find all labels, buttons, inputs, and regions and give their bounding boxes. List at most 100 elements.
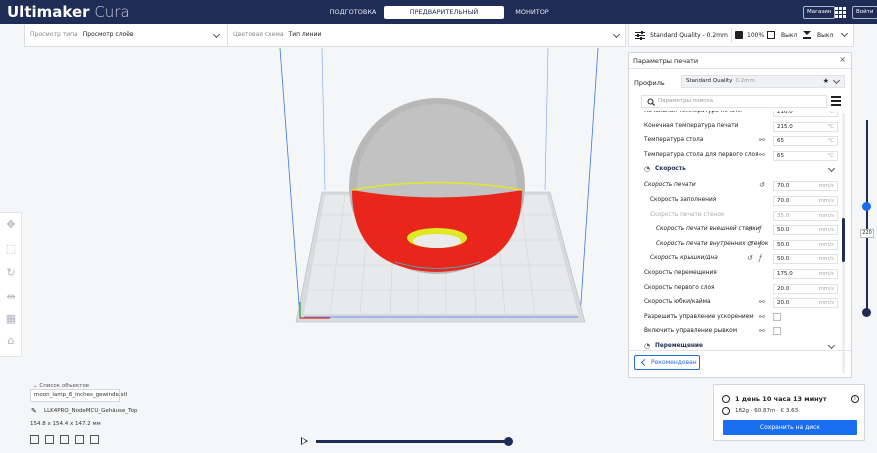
setting-checkbox[interactable]: [773, 327, 781, 336]
setting-label: Скорость перемещения: [644, 270, 717, 276]
menu-icon[interactable]: [831, 96, 841, 106]
close-icon[interactable]: ×: [839, 55, 846, 64]
mirror-tool-icon[interactable]: ⇹: [5, 291, 17, 303]
setting-row: Включить управление рывком ⚯: [629, 325, 843, 337]
app-header: Ultimaker Cura ПОДГОТОВКА ПРЕДВАРИТЕЛЬНЫ…: [0, 0, 877, 29]
rotate-tool-icon[interactable]: ↻: [5, 267, 17, 279]
setting-label: Конечная температура печати: [644, 122, 739, 129]
view-front-icon[interactable]: [45, 435, 54, 444]
setting-unit: mm/s: [818, 271, 834, 277]
tool-sidebar: ✥ ⬚ ↻ ⇹ ▦ ⌂: [0, 212, 22, 357]
info-icon[interactable]: i: [851, 395, 859, 403]
chevron-down-icon[interactable]: [827, 341, 836, 350]
setting-row: Начальная температура печати 210.0 °C: [629, 111, 843, 117]
setting-value-field[interactable]: 70.0 mm/s: [773, 196, 838, 206]
setting-value-field[interactable]: 50.0 mm/s: [773, 239, 838, 250]
object-list-item[interactable]: moon_lamp_6_inches_gewinde.stl: [30, 389, 127, 402]
setting-value-field[interactable]: 20.0 mm/s: [773, 283, 838, 294]
setting-value-field[interactable]: 215.0 °C: [773, 121, 838, 132]
setting-value-field[interactable]: 210.0 °C: [773, 111, 838, 117]
quality-profile-label: Standard Quality - 0.2mm: [650, 32, 728, 39]
color-scheme-select[interactable]: Цветовая схема Тип линии: [233, 24, 321, 46]
setting-label: Разрешить управление ускорением: [644, 313, 754, 320]
reset-icon[interactable]: ↺: [759, 179, 765, 191]
reset-icon[interactable]: ↺: [747, 238, 753, 250]
setting-value: 210.0: [777, 111, 793, 115]
settings-search-input[interactable]: Параметры поиска: [641, 95, 827, 108]
move-tool-icon[interactable]: ✥: [5, 219, 17, 231]
stage-prepare[interactable]: ПОДГОТОВКА: [321, 6, 385, 19]
scale-tool-icon[interactable]: ⬚: [5, 243, 17, 255]
setting-value-field[interactable]: 70.0 mm/s: [773, 181, 838, 192]
support-value: Выкл: [781, 32, 798, 39]
view-right-icon[interactable]: [90, 435, 99, 444]
volume-edge: [544, 48, 549, 191]
setting-checkbox[interactable]: [773, 312, 781, 321]
layer-slider[interactable]: [866, 120, 868, 312]
view-left-icon[interactable]: [75, 435, 84, 444]
search-icon: [647, 98, 655, 106]
marketplace-button[interactable]: Магазин: [803, 6, 836, 19]
login-button[interactable]: Войти: [852, 6, 877, 19]
setting-value-field[interactable]: 35.0 mm/s: [773, 210, 838, 221]
link-icon[interactable]: ⚯: [759, 325, 765, 337]
setting-unit: mm/s: [818, 227, 834, 234]
view-3d-icon[interactable]: [30, 435, 39, 444]
settings-scrollbar-thumb[interactable]: [842, 218, 845, 262]
pencil-icon[interactable]: ✎: [31, 407, 37, 415]
function-icon[interactable]: ƒ: [759, 223, 761, 235]
setting-value-field[interactable]: 65 °C: [773, 136, 838, 147]
setting-value-field[interactable]: 65 °C: [773, 150, 838, 161]
link-icon[interactable]: ⚯: [759, 296, 765, 308]
setting-value: 215.0: [777, 123, 793, 130]
stage-preview[interactable]: ПРЕДВАРИТЕЛЬНЫЙ ПРОСМОТР: [384, 6, 504, 29]
print-setup-selector[interactable]: Standard Quality - 0.2mm 100% Выкл Выкл: [628, 24, 854, 47]
setting-unit: mm/s: [818, 198, 834, 204]
setting-label: Скорость юбки/кайма: [644, 299, 711, 306]
link-icon[interactable]: ⚯: [759, 134, 765, 146]
view-type-select[interactable]: Просмотр типа Просмотр слоёв: [30, 24, 133, 46]
apps-grid-icon[interactable]: [835, 7, 846, 18]
setting-row: Конечная температура печати 215.0 °C: [629, 120, 843, 132]
star-icon[interactable]: ★: [823, 76, 829, 87]
per-model-settings-icon[interactable]: ▦: [5, 313, 17, 325]
link-icon[interactable]: ⚯: [759, 311, 765, 323]
layer-number[interactable]: 220: [860, 229, 874, 238]
infill-icon: [735, 31, 743, 39]
setting-unit: mm/s: [818, 285, 834, 292]
function-icon[interactable]: ƒ: [759, 252, 761, 264]
path-slider[interactable]: [316, 440, 509, 443]
reset-icon[interactable]: ↺: [747, 223, 753, 235]
chevron-down-icon[interactable]: [212, 30, 221, 39]
setting-value: 70.0: [777, 183, 790, 190]
section-icon: ◔: [644, 165, 651, 174]
recommended-button[interactable]: Рекомендован: [634, 355, 700, 370]
setting-value: 20.0: [777, 300, 790, 307]
adhesion-icon: [803, 31, 811, 39]
setting-value-field[interactable]: 50.0 mm/s: [773, 254, 838, 265]
chevron-down-icon[interactable]: [827, 165, 836, 173]
setting-unit: °C: [827, 111, 834, 115]
setting-row: Скорость печати внешней стенки 50.0 mm/s ↺ ƒ: [629, 223, 843, 236]
setting-row: Скорость крышки/дна 50.0 mm/s ↺ ƒ: [629, 252, 843, 265]
link-icon[interactable]: ⚯: [759, 149, 765, 161]
play-icon[interactable]: [301, 437, 308, 445]
layer-slider-bottom-handle[interactable]: [862, 308, 871, 317]
chevron-down-icon[interactable]: [612, 30, 621, 39]
setting-value-field[interactable]: 50.0 mm/s: [773, 225, 838, 236]
profile-select[interactable]: Standard Quality 0.2mm ★: [681, 75, 845, 88]
view-top-icon[interactable]: [60, 435, 69, 444]
save-to-disk-button[interactable]: Сохранить на диск: [723, 420, 857, 435]
path-slider-handle[interactable]: [504, 437, 513, 446]
setting-row: Скорость заполнения 70.0 mm/s: [629, 194, 843, 206]
job-name[interactable]: LLK4PRO_NodeMCU_Gehäuse_Top: [44, 408, 137, 414]
output-panel: 1 день 10 часа 13 минут i 182g · 60.87m …: [713, 384, 865, 441]
setting-value-field[interactable]: 20.0 mm/s: [773, 298, 838, 309]
setting-value-field[interactable]: 175.0 mm/s: [773, 269, 838, 279]
stage-monitor[interactable]: МОНИТОР: [506, 6, 558, 19]
reset-icon[interactable]: ↺: [747, 252, 753, 264]
function-icon[interactable]: ƒ: [759, 238, 761, 250]
support-blocker-icon[interactable]: ⌂: [5, 335, 17, 347]
print-settings-panel: Параметры печати × Профиль Standard Qual…: [628, 52, 852, 378]
setting-label: Скорость: [655, 166, 686, 173]
